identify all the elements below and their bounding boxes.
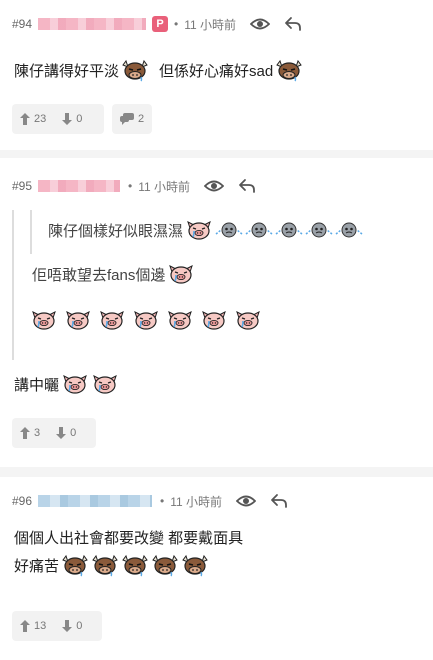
post-body-line: 好痛苦	[14, 553, 209, 577]
thumbs-up-arrow-icon	[20, 427, 30, 439]
pig-cry-emoji	[185, 218, 213, 242]
quote-block	[12, 210, 14, 360]
gray-face-emoji	[245, 220, 273, 240]
like-count: 13	[34, 620, 47, 632]
username-blurred[interactable]	[38, 495, 153, 507]
post-text: 講中曬	[14, 376, 60, 394]
reaction-bar: 13 0	[12, 611, 102, 641]
gray-face-emoji	[215, 220, 243, 240]
like-count: 3	[34, 427, 41, 439]
separator-dot: •	[174, 17, 179, 31]
post-time: 11 小時前	[138, 179, 191, 194]
thumbs-up-arrow-icon	[20, 113, 30, 125]
username-blurred[interactable]	[38, 18, 147, 30]
vote-button[interactable]: 13 0	[12, 611, 102, 641]
gray-face-emoji	[335, 220, 363, 240]
post-number: #95	[12, 179, 33, 193]
post-text: 陳仔講得好平淡	[14, 62, 120, 80]
gray-face-emoji	[305, 220, 333, 240]
quote-text: 佢唔敢望去fans個邊	[32, 266, 166, 284]
username-blurred[interactable]	[38, 180, 121, 192]
post-body: 陳仔講得好平淡 但係好心痛好sad	[14, 58, 303, 82]
post-meta: #95 • 11 小時前	[12, 176, 256, 196]
cow-emoji	[91, 553, 119, 577]
separator-dot: •	[128, 179, 133, 193]
cow-emoji	[181, 553, 209, 577]
thumbs-up-arrow-icon	[20, 620, 30, 632]
dislike-count: 0	[70, 427, 77, 439]
cow-emoji	[61, 553, 89, 577]
post-time: 11 小時前	[170, 494, 223, 509]
reply-arrow-icon[interactable]	[284, 16, 302, 32]
post-94: #94 P • 11 小時前 陳仔講得好平淡 但係好心痛好sad 23 0 2	[0, 0, 433, 150]
cow-emoji	[121, 553, 149, 577]
dislike-count: 0	[76, 113, 83, 125]
nested-quote-text: 陳仔個樣好似眼濕濕	[48, 218, 363, 242]
quote-text-row: 佢唔敢望去fans個邊	[32, 262, 195, 286]
post-95: #95 • 11 小時前 陳仔個樣好似眼濕濕 佢唔敢望去fans個邊 講中曬 3…	[0, 158, 433, 467]
post-time: 11 小時前	[184, 17, 237, 32]
post-number: #96	[12, 494, 33, 508]
reply-arrow-icon[interactable]	[270, 493, 288, 509]
reply-count: 2	[138, 113, 145, 125]
post-meta: #94 P • 11 小時前	[12, 14, 302, 34]
pig-sad-emoji	[167, 262, 195, 286]
pig-cry-emoji	[64, 308, 92, 332]
separator-dot: •	[160, 494, 165, 508]
comment-icon	[120, 113, 134, 125]
eye-icon[interactable]	[236, 494, 256, 508]
thumbs-down-arrow-icon	[56, 427, 66, 439]
cow-emoji	[275, 58, 303, 82]
emoji-row	[30, 308, 262, 332]
post-number: #94	[12, 17, 33, 31]
reply-arrow-icon[interactable]	[238, 178, 256, 194]
vote-button[interactable]: 3 0	[12, 418, 96, 448]
post-body: 講中曬	[14, 372, 119, 396]
reaction-bar: 23 0 2	[12, 104, 153, 134]
comment-button[interactable]: 2	[112, 104, 153, 134]
thumbs-down-arrow-icon	[62, 113, 72, 125]
nested-quote-block	[30, 210, 32, 254]
post-meta: #96 • 11 小時前	[12, 491, 288, 511]
post-body-line: 個個人出社會都要改變 都要戴面具	[14, 527, 243, 548]
like-count: 23	[34, 113, 47, 125]
cow-emoji	[121, 58, 149, 82]
reaction-bar: 3 0	[12, 418, 96, 448]
pig-cry-emoji	[30, 308, 58, 332]
gray-face-emoji	[275, 220, 303, 240]
pig-cry-emoji	[132, 308, 160, 332]
pig-cry-emoji	[91, 372, 119, 396]
pig-cry-emoji	[234, 308, 262, 332]
dislike-count: 0	[76, 620, 83, 632]
eye-icon[interactable]	[250, 17, 270, 31]
eye-icon[interactable]	[204, 179, 224, 193]
cow-emoji	[151, 553, 179, 577]
post-96: #96 • 11 小時前 個個人出社會都要改變 都要戴面具 好痛苦 13 0	[0, 477, 433, 660]
pig-cry-emoji	[98, 308, 126, 332]
pig-cry-emoji	[200, 308, 228, 332]
vote-button[interactable]: 23 0	[12, 104, 104, 134]
thumbs-down-arrow-icon	[62, 620, 72, 632]
pig-cry-emoji	[166, 308, 194, 332]
post-text: 好痛苦	[14, 557, 60, 575]
post-text: 個個人出社會都要改變 都要戴面具	[14, 530, 244, 547]
quote-text: 陳仔個樣好似眼濕濕	[48, 222, 184, 240]
post-text: 但係好心痛好sad	[159, 62, 274, 80]
pig-cry-emoji	[61, 372, 89, 396]
poster-badge: P	[152, 16, 169, 32]
